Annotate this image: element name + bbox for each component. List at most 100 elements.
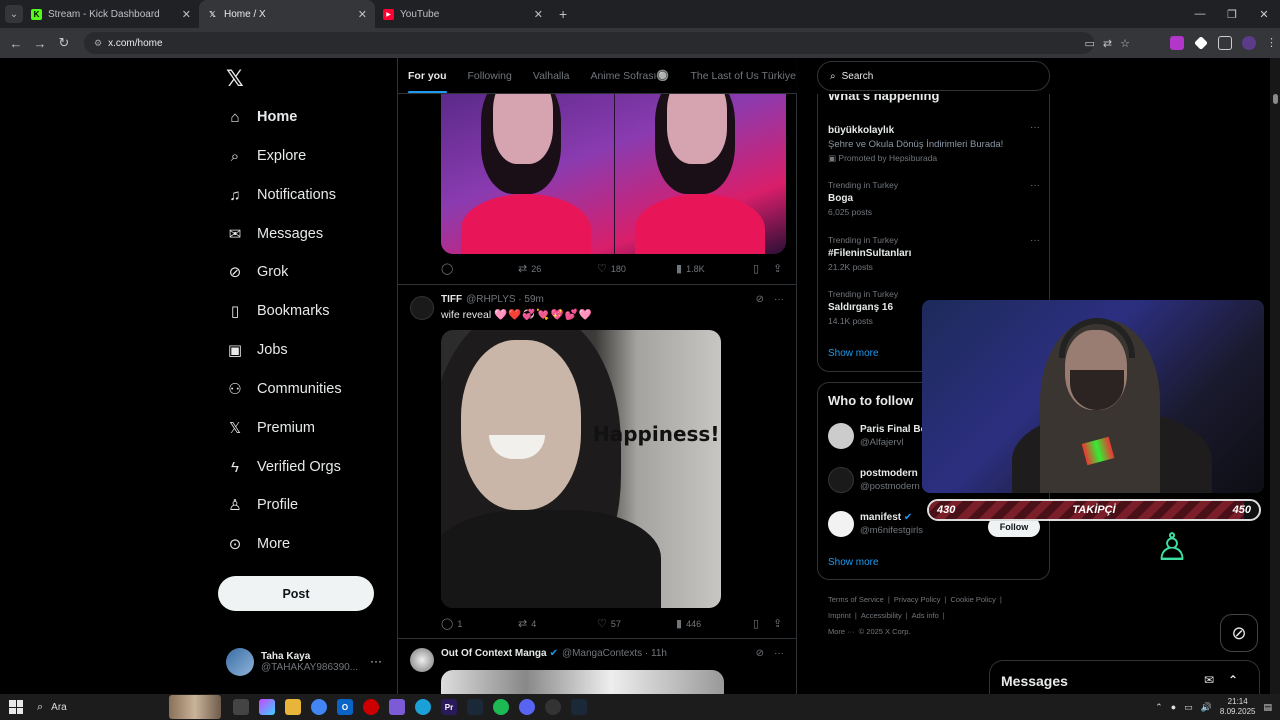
chevron-up-icon[interactable]: ⌃ (1155, 702, 1163, 713)
edge-icon[interactable] (415, 699, 431, 715)
obs-icon[interactable] (545, 699, 561, 715)
site-info-icon[interactable]: ⚙ (94, 38, 102, 49)
browser-tab-youtube[interactable]: ▶ YouTube ✕ (375, 0, 551, 28)
microphone-icon[interactable]: ● (1171, 702, 1176, 712)
premiere-icon[interactable]: Pr (441, 699, 457, 715)
back-icon[interactable]: ← (4, 36, 28, 51)
spotify-icon[interactable] (493, 699, 509, 715)
browser-tab-kick[interactable]: K Stream - Kick Dashboard ✕ (23, 0, 199, 28)
reload-icon[interactable]: ↻ (52, 35, 76, 51)
more-dots-icon[interactable]: ··· (1030, 235, 1040, 246)
nav-item-home[interactable]: ⌂ Home (226, 102, 297, 132)
nav-item-bookmarks[interactable]: ▯ Bookmarks (226, 296, 330, 326)
taskbar-clock[interactable]: 21:14 8.09.2025 (1220, 697, 1256, 717)
nav-item-premium[interactable]: 𝕏 Premium (226, 413, 315, 443)
discord-icon[interactable] (519, 699, 535, 715)
reply-button[interactable]: ◯ 1 (441, 617, 462, 630)
trend-item[interactable]: Trending in Turkey Boga 6,025 posts ··· (828, 180, 1040, 217)
close-tab-icon[interactable]: ✕ (358, 8, 367, 21)
puzzle-icon[interactable] (1218, 36, 1232, 50)
page-scrollbar[interactable] (1270, 58, 1280, 694)
widgets-thumbnail[interactable] (169, 695, 221, 719)
chevron-up-icon[interactable]: ⌃ (1228, 673, 1238, 687)
author-handle[interactable]: @MangaContexts · 11h (562, 648, 667, 659)
trend-item[interactable]: büyükkolaylık Şehre ve Okula Dönüş İndir… (828, 122, 1040, 164)
close-tab-icon[interactable]: ✕ (534, 8, 543, 21)
tab-for-you[interactable]: For you (408, 70, 447, 93)
more-dots-icon[interactable]: ··· (1030, 180, 1040, 191)
views-button[interactable]: ▮ 446 (676, 617, 701, 630)
more-dots-icon[interactable]: ··· (370, 654, 382, 668)
footer-link[interactable]: Accessibility (861, 611, 902, 620)
post-image[interactable] (441, 94, 786, 254)
footer-link[interactable]: More ··· (828, 627, 855, 636)
search-input[interactable]: ⌕ Search (817, 61, 1050, 91)
nav-item-jobs[interactable]: ▣ Jobs (226, 335, 288, 365)
opera-icon[interactable] (363, 699, 379, 715)
show-more-link[interactable]: Show more (828, 348, 879, 359)
steam-icon[interactable] (467, 699, 483, 715)
post-image[interactable] (441, 670, 724, 694)
taskbar-search[interactable]: ⌕ Ara (37, 701, 167, 714)
nav-item-grok[interactable]: ⊘ Grok (226, 257, 289, 287)
nav-item-notifications[interactable]: ♫ Notifications (226, 180, 336, 210)
bookmark-button[interactable]: ▯ (753, 262, 763, 275)
views-button[interactable]: ▮ 1.8K (676, 262, 705, 275)
tab-the-last-of-us[interactable]: The Last of Us Türkiye (690, 70, 795, 82)
repost-button[interactable]: ⇄ 4 (518, 617, 536, 630)
scrollbar-thumb[interactable] (1273, 94, 1278, 104)
nav-item-profile[interactable]: ♙ Profile (226, 490, 298, 520)
volume-icon[interactable]: 🔊 (1201, 702, 1212, 713)
nav-item-explore[interactable]: ⌕ Explore (226, 141, 306, 171)
more-dots-icon[interactable]: ··· (774, 294, 784, 305)
footer-link[interactable]: © 2025 X Corp. (859, 627, 911, 636)
task-view-icon[interactable] (233, 699, 249, 715)
grok-icon[interactable]: ⊘ (756, 294, 764, 305)
new-tab-button[interactable]: + (559, 6, 567, 22)
browser-tab-x[interactable]: 𝕏 Home / X ✕ (199, 0, 375, 28)
restore-icon[interactable]: ❐ (1216, 8, 1248, 21)
footer-link[interactable]: Cookie Policy (950, 595, 995, 604)
steam-icon[interactable] (571, 699, 587, 715)
browser-menu-icon[interactable]: ⋮ (1266, 36, 1277, 50)
post-button[interactable]: Post (218, 576, 374, 611)
close-window-icon[interactable]: ✕ (1248, 8, 1280, 21)
url-field[interactable]: ⚙ x.com/home (84, 32, 1094, 54)
avatar[interactable] (410, 648, 434, 672)
post-image[interactable]: Happiness! (441, 330, 721, 608)
translate-icon[interactable]: ⇄ (1103, 37, 1112, 50)
repost-button[interactable]: ⇄ 26 (518, 262, 541, 275)
minimize-icon[interactable]: — (1184, 8, 1216, 20)
windows-start-icon[interactable] (9, 700, 23, 714)
tab-following[interactable]: Following (468, 70, 512, 82)
follow-suggestion[interactable]: manifest ✔ @m6nifestgirls (828, 511, 923, 537)
profile-avatar-icon[interactable] (1242, 36, 1256, 50)
extension-icon[interactable] (1170, 36, 1184, 50)
share-button[interactable]: ⇪ (773, 262, 786, 275)
author-handle[interactable]: @RHPLYS · 59m (466, 294, 544, 305)
more-dots-icon[interactable]: ··· (774, 648, 784, 659)
like-button[interactable]: ♡ 180 (597, 262, 626, 275)
like-button[interactable]: ♡ 57 (597, 617, 621, 630)
nav-item-messages[interactable]: ✉ Messages (226, 219, 323, 249)
account-switcher[interactable]: Taha Kaya @TAHAKAY986390... ··· (226, 648, 382, 676)
more-dots-icon[interactable]: ··· (1030, 122, 1040, 133)
author-name[interactable]: TIFF (441, 294, 462, 305)
trend-item[interactable]: Trending in Turkey #FileninSultanları 21… (828, 235, 1040, 272)
network-icon[interactable]: ▭ (1184, 702, 1193, 713)
x-logo-icon[interactable]: 𝕏 (226, 66, 244, 92)
tab-valhalla[interactable]: Valhalla (533, 70, 570, 82)
bookmark-button[interactable]: ▯ (753, 617, 763, 630)
show-more-link[interactable]: Show more (828, 557, 879, 568)
share-button[interactable]: ⇪ (773, 617, 786, 630)
grok-floating-button[interactable]: ⊘ (1220, 614, 1258, 652)
outlook-icon[interactable]: O (337, 699, 353, 715)
reply-button[interactable]: ◯ (441, 262, 457, 275)
forward-icon[interactable]: → (28, 36, 52, 51)
extension-diamond-icon[interactable] (1194, 36, 1208, 50)
footer-link[interactable]: Terms of Service (828, 595, 884, 604)
star-icon[interactable]: ☆ (1120, 37, 1130, 50)
author-name[interactable]: Out Of Context Manga (441, 648, 547, 659)
close-tab-icon[interactable]: ✕ (182, 8, 191, 21)
copilot-icon[interactable] (259, 699, 275, 715)
